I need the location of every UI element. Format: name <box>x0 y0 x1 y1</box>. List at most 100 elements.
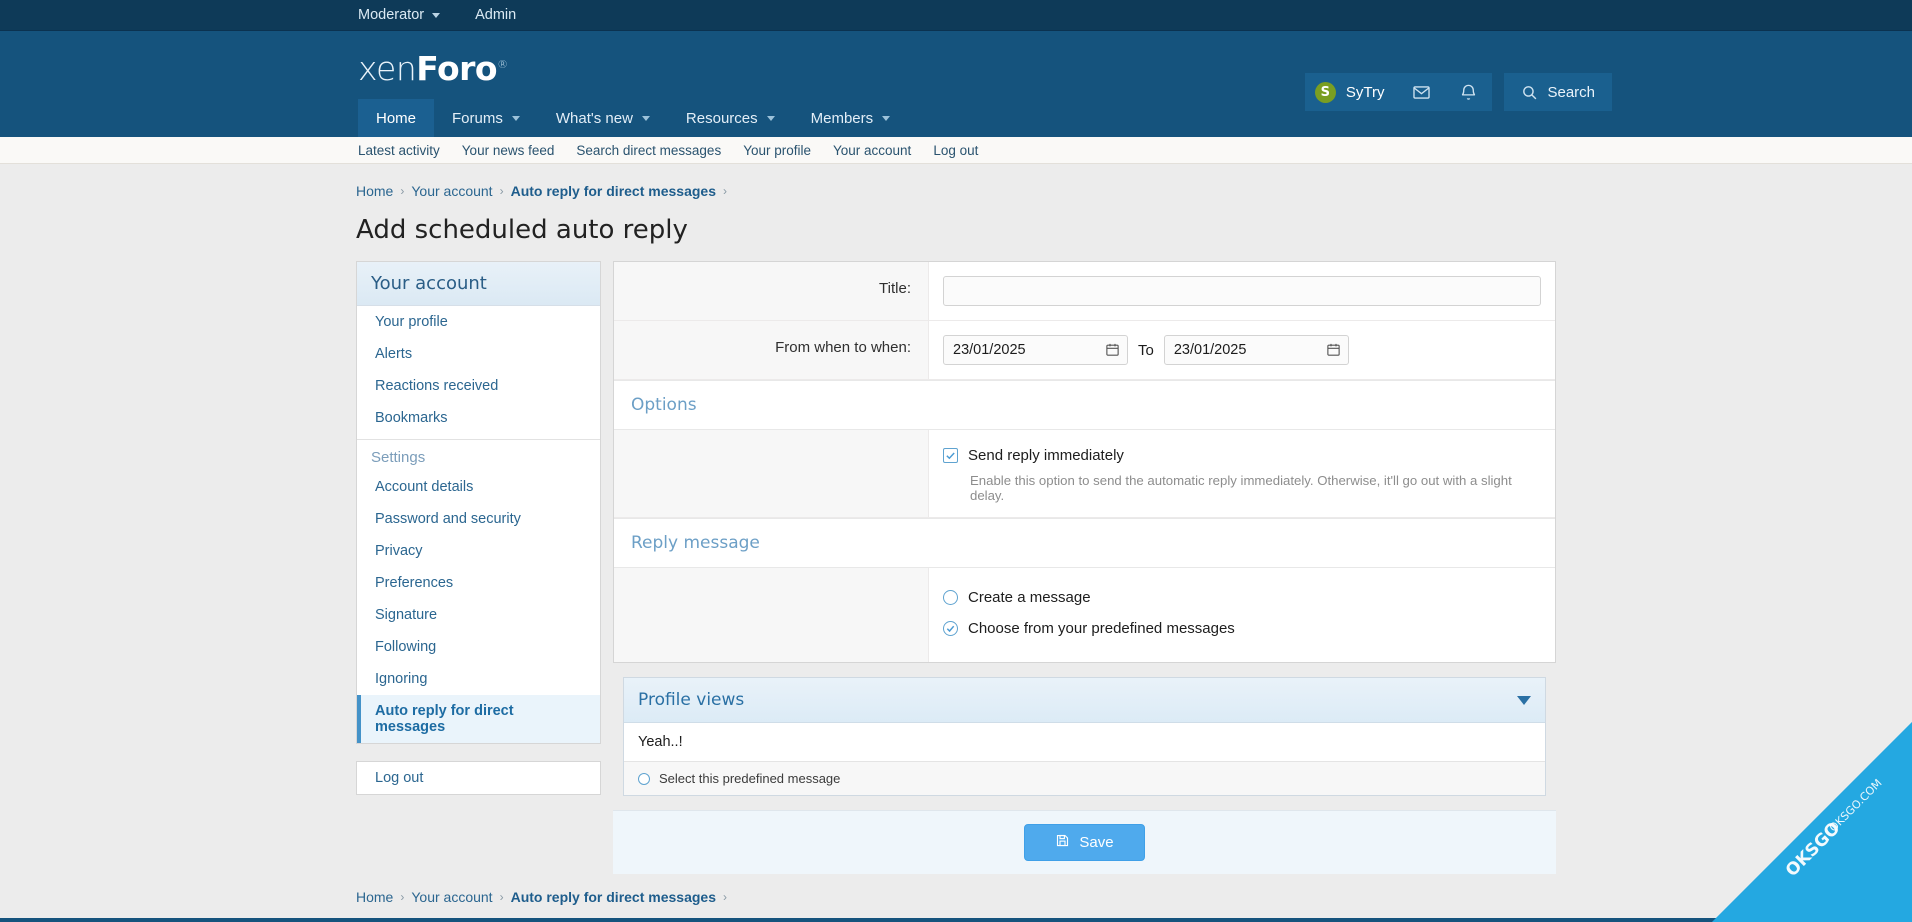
subnav-item-latest-activity[interactable]: Latest activity <box>358 143 440 158</box>
sidebar-item-privacy[interactable]: Privacy <box>357 535 600 567</box>
save-button-label: Save <box>1079 834 1113 851</box>
sidebar-account-block: Your account Your profile Alerts Reactio… <box>356 261 601 744</box>
predefined-message-header[interactable]: Profile views <box>624 678 1545 723</box>
user-menu-button[interactable]: S SyTry <box>1305 73 1399 111</box>
calendar-icon[interactable] <box>1105 342 1120 357</box>
logo-text-foro: Foro <box>416 49 497 88</box>
staff-bar: Moderator Admin <box>0 0 1912 31</box>
search-icon <box>1521 84 1538 101</box>
nav-item-members[interactable]: Members <box>793 99 909 137</box>
form-row-send-immediately: Send reply immediately Enable this optio… <box>614 430 1555 518</box>
title-input[interactable] <box>943 276 1541 306</box>
avatar: S <box>1315 82 1336 103</box>
subnav-item-your-account[interactable]: Your account <box>833 143 911 158</box>
staffbar-item-moderator[interactable]: Moderator <box>358 7 440 23</box>
staffbar-item-admin[interactable]: Admin <box>475 7 516 23</box>
logo-registered-icon: ® <box>497 58 508 71</box>
radio-choose-predefined[interactable]: Choose from your predefined messages <box>943 617 1541 640</box>
breadcrumb-bottom-item-your-account[interactable]: Your account <box>411 889 492 905</box>
breadcrumb-item-your-account[interactable]: Your account <box>411 183 492 199</box>
nav-item-whats-new[interactable]: What's new <box>538 99 668 137</box>
site-logo[interactable]: xenForo® <box>358 49 508 88</box>
direct-messages-button[interactable] <box>1398 73 1445 111</box>
date-from-input[interactable] <box>943 335 1128 365</box>
select-predefined-message-radio[interactable]: Select this predefined message <box>624 762 1545 795</box>
breadcrumb-item-auto-reply[interactable]: Auto reply for direct messages <box>511 183 716 199</box>
sidebar-item-ignoring[interactable]: Ignoring <box>357 663 600 695</box>
chevron-down-icon <box>642 116 650 121</box>
subnav-item-search-direct-messages[interactable]: Search direct messages <box>576 143 721 158</box>
predefined-messages-list: Profile views Yeah..! Select this predef… <box>623 677 1546 796</box>
bell-icon <box>1459 83 1478 102</box>
subnav-item-your-profile[interactable]: Your profile <box>743 143 811 158</box>
subnav-item-log-out[interactable]: Log out <box>933 143 978 158</box>
search-button[interactable]: Search <box>1504 73 1612 111</box>
page-body: Home › Your account › Auto reply for dir… <box>0 164 1912 918</box>
sidebar-item-preferences[interactable]: Preferences <box>357 567 600 599</box>
envelope-icon <box>1412 83 1431 102</box>
main-content: Title: From when to when: <box>613 261 1556 918</box>
select-predefined-message-label: Select this predefined message <box>659 771 840 786</box>
sidebar-item-following[interactable]: Following <box>357 631 600 663</box>
chevron-right-icon: › <box>723 890 727 904</box>
nav-label-home: Home <box>376 110 416 127</box>
reply-message-section-heading: Reply message <box>614 518 1555 568</box>
breadcrumb-bottom-item-auto-reply[interactable]: Auto reply for direct messages <box>511 889 716 905</box>
alerts-button[interactable] <box>1445 73 1492 111</box>
sidebar-item-auto-reply-for-direct-messages[interactable]: Auto reply for direct messages <box>357 695 600 743</box>
sidebar-item-signature[interactable]: Signature <box>357 599 600 631</box>
subnav-item-your-news-feed[interactable]: Your news feed <box>462 143 555 158</box>
breadcrumb-bottom-item-home[interactable]: Home <box>356 889 393 905</box>
nav-label-forums: Forums <box>452 110 503 127</box>
staffbar-label-moderator: Moderator <box>358 7 424 23</box>
chevron-right-icon: › <box>400 890 404 904</box>
nav-label-members: Members <box>811 110 874 127</box>
date-to-field <box>1164 335 1349 365</box>
chevron-down-icon[interactable] <box>1517 696 1531 705</box>
chevron-down-icon <box>767 116 775 121</box>
date-to-input[interactable] <box>1164 335 1349 365</box>
site-header: xenForo® <box>0 31 1912 99</box>
radio-create-a-message-label: Create a message <box>968 589 1091 606</box>
nav-label-resources: Resources <box>686 110 758 127</box>
save-button[interactable]: Save <box>1024 824 1144 861</box>
chevron-down-icon <box>882 116 890 121</box>
main-navigation: Home Forums What's new Resources Members… <box>0 99 1912 137</box>
logo-text-xen: xen <box>358 49 416 88</box>
page-title: Add scheduled auto reply <box>356 215 1556 245</box>
breadcrumb-item-home[interactable]: Home <box>356 183 393 199</box>
sidebar-item-reactions-received[interactable]: Reactions received <box>357 370 600 402</box>
sidebar-item-bookmarks[interactable]: Bookmarks <box>357 402 600 434</box>
date-to-separator-label: To <box>1138 342 1154 359</box>
save-icon <box>1055 833 1070 852</box>
send-reply-immediately-label: Send reply immediately <box>968 447 1124 464</box>
checkbox-checked-icon <box>943 448 958 463</box>
sidebar-item-your-profile[interactable]: Your profile <box>357 306 600 338</box>
reply-message-empty-label <box>614 568 929 662</box>
nav-item-forums[interactable]: Forums <box>434 99 538 137</box>
chevron-right-icon: › <box>723 184 727 198</box>
nav-item-resources[interactable]: Resources <box>668 99 793 137</box>
radio-unchecked-icon <box>638 773 650 785</box>
auto-reply-form: Title: From when to when: <box>613 261 1556 663</box>
sidebar-item-account-details[interactable]: Account details <box>357 471 600 503</box>
radio-create-a-message[interactable]: Create a message <box>943 586 1541 609</box>
chevron-right-icon: › <box>400 184 404 198</box>
radio-checked-icon <box>943 621 958 636</box>
date-range-label: From when to when: <box>614 321 929 379</box>
send-reply-immediately-checkbox[interactable]: Send reply immediately <box>943 444 1541 467</box>
title-field-label: Title: <box>614 262 929 320</box>
sidebar: Your account Your profile Alerts Reactio… <box>356 261 601 812</box>
site-footer: Contact us Terms and rules Privacy polic… <box>0 918 1912 922</box>
nav-item-home[interactable]: Home <box>358 99 434 137</box>
predefined-message-panel: Profile views Yeah..! Select this predef… <box>623 677 1546 796</box>
sidebar-item-log-out[interactable]: Log out <box>357 762 600 794</box>
form-row-reply-message: Create a message Choose from your predef… <box>614 568 1555 662</box>
sidebar-logout-block: Log out <box>356 761 601 795</box>
sidebar-heading: Your account <box>357 262 600 306</box>
sidebar-group-settings: Settings <box>357 440 600 471</box>
sidebar-item-alerts[interactable]: Alerts <box>357 338 600 370</box>
calendar-icon[interactable] <box>1326 342 1341 357</box>
sidebar-item-password-and-security[interactable]: Password and security <box>357 503 600 535</box>
search-label: Search <box>1547 84 1595 101</box>
